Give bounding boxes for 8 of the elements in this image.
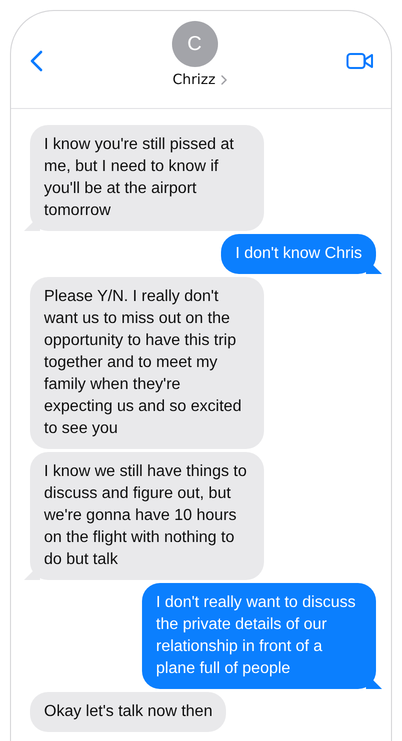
contact-name[interactable]: Chrizz xyxy=(172,72,216,88)
received-message: I know we still have things to discuss and figure out, but we're gonna have 10 hours on the flight with nothing to do but talk xyxy=(24,452,264,580)
back-icon[interactable] xyxy=(29,50,43,72)
received-message: I know you're still pissed at me, but I need to know if you'll be at the airport tomorrow xyxy=(24,125,264,231)
video-camera-icon[interactable] xyxy=(346,51,374,71)
chevron-right-icon xyxy=(220,75,226,85)
sent-message: I don't really want to discuss the private details of our relationship in front of a plane full of people xyxy=(142,583,382,689)
sent-message: I don't know Chris xyxy=(221,234,382,274)
